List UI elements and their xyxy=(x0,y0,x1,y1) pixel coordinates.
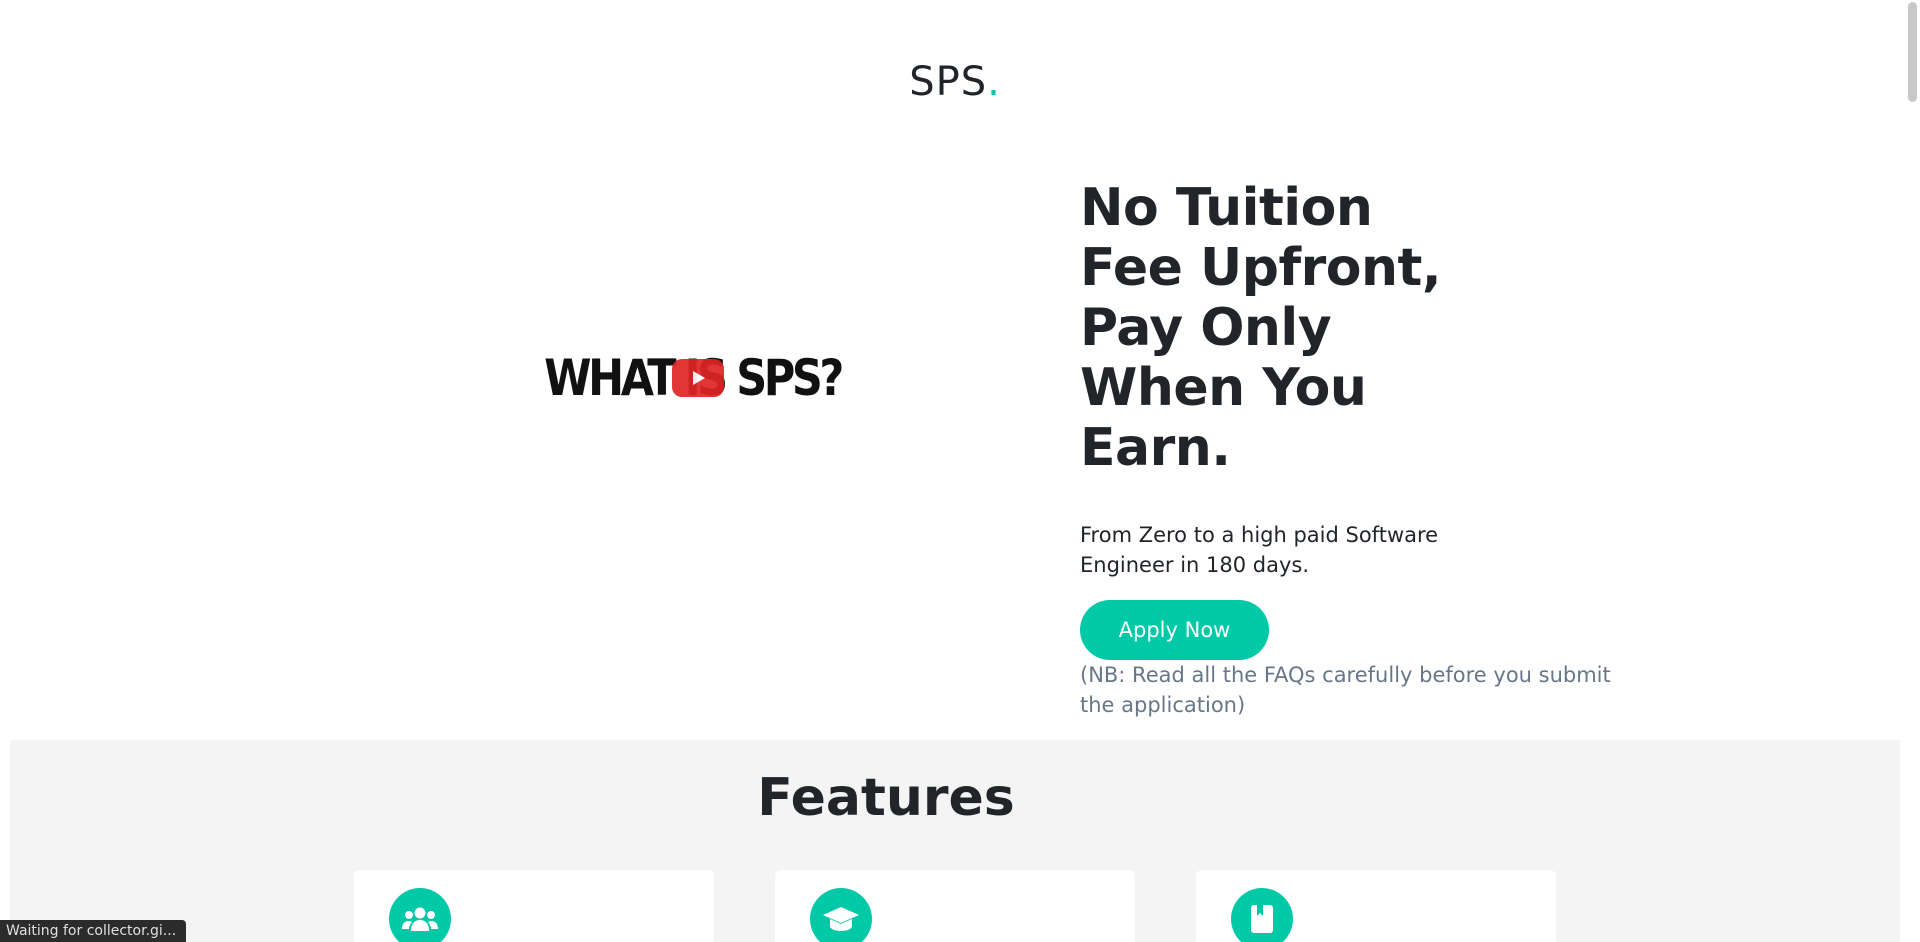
faq-note: (NB: Read all the FAQs carefully before … xyxy=(1080,663,1611,717)
page-scrollbar[interactable] xyxy=(1903,0,1920,942)
hero-title: No Tuition Fee Upfront, Pay Only When Yo… xyxy=(1080,178,1442,478)
logo-text: SPS xyxy=(909,59,988,105)
apply-now-button[interactable]: Apply Now xyxy=(1080,600,1269,660)
feature-card xyxy=(354,870,714,942)
people-icon xyxy=(389,888,451,942)
scrollbar-thumb[interactable] xyxy=(1908,2,1917,102)
graduation-cap-icon xyxy=(810,888,872,942)
logo-dot: . xyxy=(987,59,1001,105)
browser-status-bar: Waiting for collector.gi... xyxy=(0,920,187,942)
page: SPS. WHAT IS SPS? No Tuition Fee Upfront… xyxy=(0,0,1920,942)
features-section: Features xyxy=(10,740,1900,942)
features-title: Features xyxy=(757,768,1015,828)
book-icon xyxy=(1231,888,1293,942)
hero-subtitle: From Zero to a high paid Software Engine… xyxy=(1080,523,1439,577)
site-logo[interactable]: SPS. xyxy=(0,56,1910,108)
youtube-play-button[interactable] xyxy=(672,359,724,397)
play-icon xyxy=(693,371,705,385)
feature-card xyxy=(775,870,1135,942)
feature-card xyxy=(1196,870,1556,942)
intro-video-thumbnail[interactable]: WHAT IS SPS? xyxy=(544,338,844,418)
